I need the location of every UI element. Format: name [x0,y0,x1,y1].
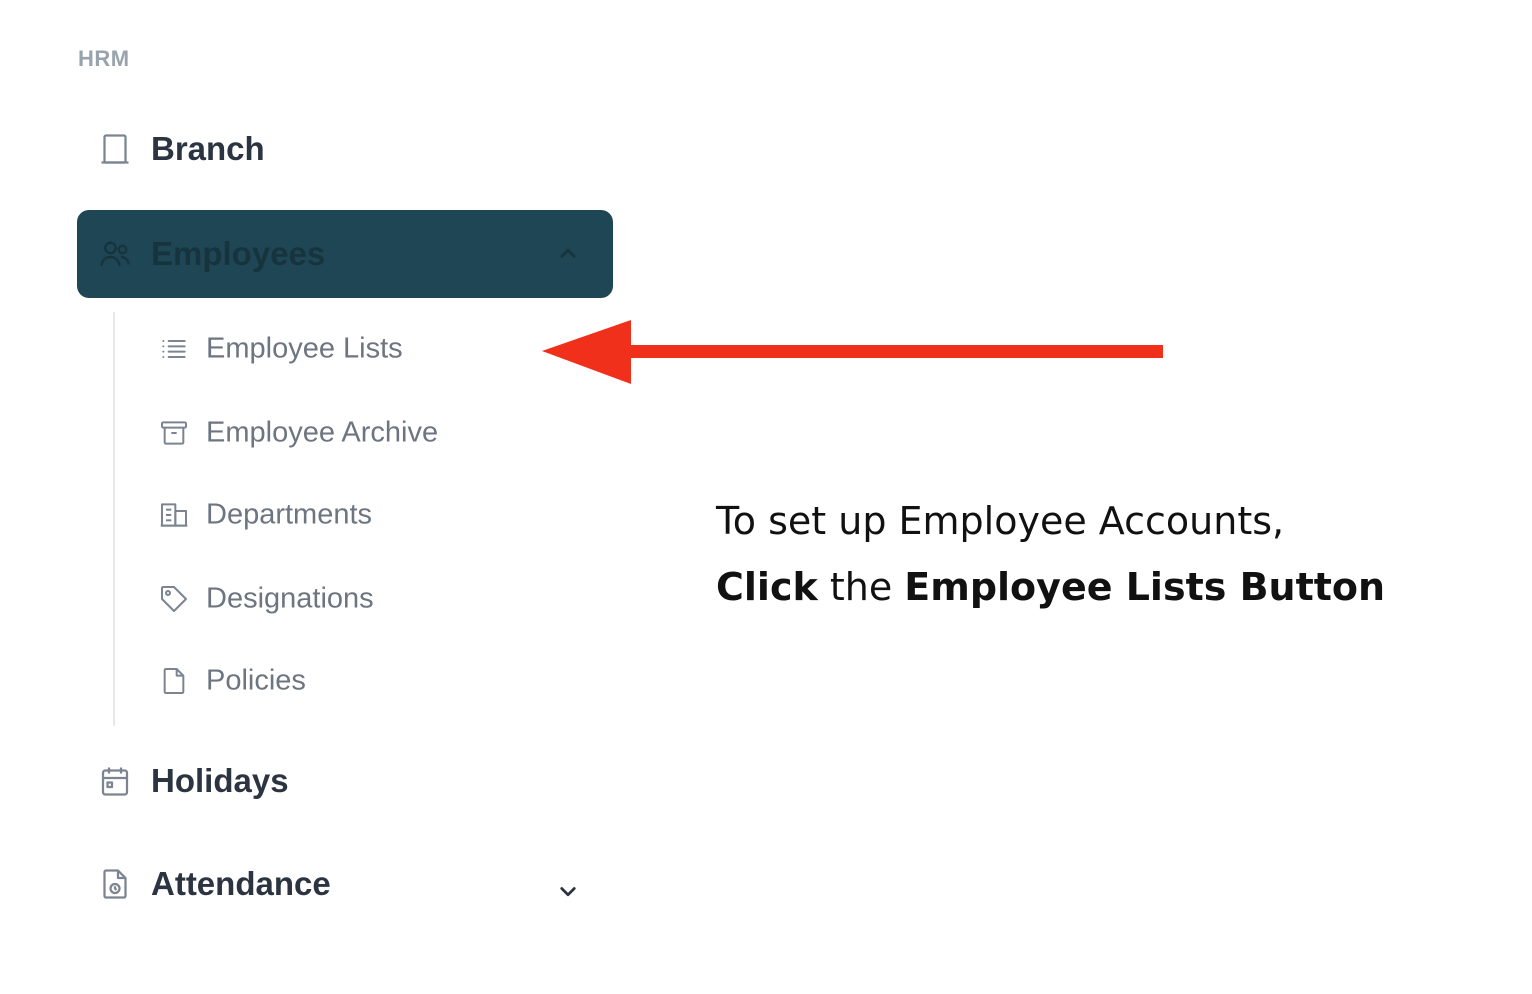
submenu-item-departments[interactable]: Departments [150,485,570,545]
sidebar-item-label: Holidays [151,762,289,799]
annotation-click-word: Click [716,565,818,609]
list-icon [158,333,190,365]
chevron-up-icon[interactable] [553,239,583,269]
submenu-item-policies[interactable]: Policies [150,651,570,711]
building-icon [97,131,133,167]
submenu-item-label: Departments [206,498,373,531]
annotation-line-1: To set up Employee Accounts, [716,499,1285,543]
calendar-icon [97,763,133,799]
submenu-item-label: Designations [206,582,374,615]
sidebar-item-label: Attendance [151,865,331,902]
annotation-text: To set up Employee Accounts, Click the E… [716,488,1385,620]
annotation-line-2: Click the Employee Lists Button [716,554,1385,620]
submenu-item-label: Employee Archive [206,416,439,449]
submenu-item-label: Employee Lists [206,332,403,365]
sidebar-item-employees[interactable]: Employees [77,210,613,298]
sidebar: HRM Branch Employees Employee Lists Empl… [0,0,640,994]
chevron-down-icon[interactable] [553,876,583,906]
sidebar-item-attendance[interactable]: Attendance [77,840,613,928]
archive-icon [158,417,190,449]
file-clock-icon [97,866,133,902]
section-label-hrm: HRM [78,46,130,71]
annotation-arrow [540,318,1170,388]
annotation-target-name: Employee Lists Button [904,565,1386,609]
tag-icon [158,583,190,615]
sidebar-item-label: Branch [151,130,265,167]
submenu-item-label: Policies [206,664,306,697]
annotation-mid-text: the [817,565,905,609]
submenu-item-designations[interactable]: Designations [150,569,570,629]
submenu-rail [113,312,115,726]
sidebar-item-label: Employees [151,235,326,272]
buildings-icon [158,499,190,531]
submenu-item-employee-archive[interactable]: Employee Archive [150,403,570,463]
submenu-item-employee-lists[interactable]: Employee Lists [150,319,570,379]
document-icon [158,665,190,697]
sidebar-item-holidays[interactable]: Holidays [77,737,613,825]
sidebar-item-branch[interactable]: Branch [77,105,613,193]
users-icon [97,236,133,272]
